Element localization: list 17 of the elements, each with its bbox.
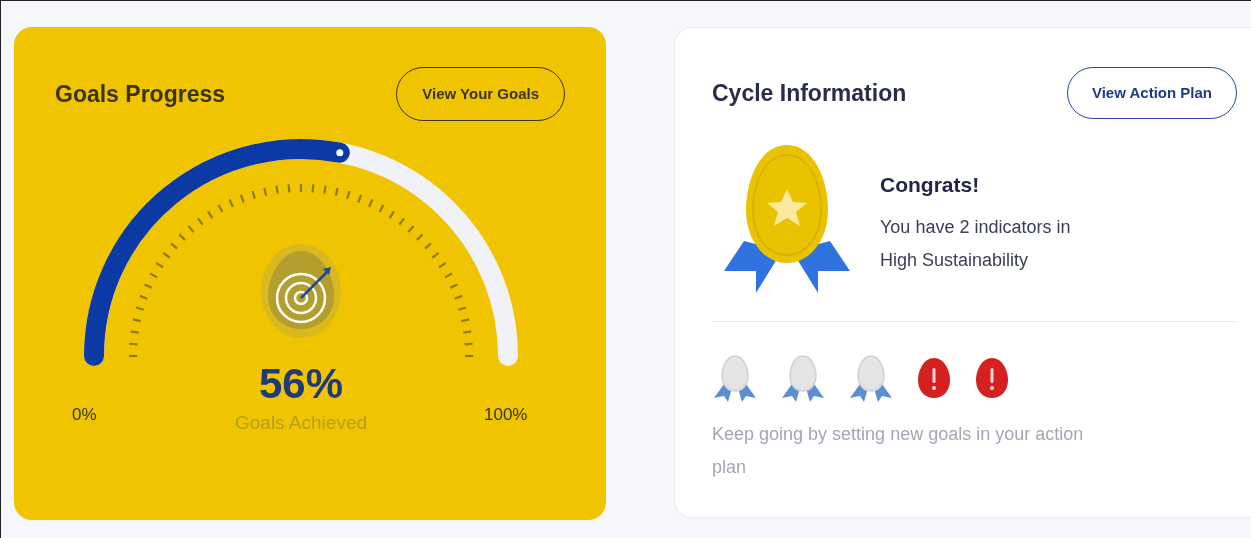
gauge-caption: Goals Achieved [234, 413, 368, 432]
congrats-title: Congrats! [880, 172, 981, 198]
footer-text: Keep going by setting new goals in your action plan [712, 423, 1085, 479]
gauge-thumb [333, 146, 347, 160]
gauge-value: 56% [257, 363, 345, 405]
gauge-max-label: 100% [484, 406, 528, 423]
target-icon [261, 244, 341, 338]
congrats-text: You have 2 indicators in High Sustainability [880, 215, 1072, 272]
card-title: Cycle Information [712, 78, 907, 108]
medal-icon [780, 354, 826, 402]
medal-icon [848, 354, 894, 402]
gauge-min-label: 0% [72, 406, 97, 423]
card-title: Goals Progress [55, 79, 226, 109]
alert-icon [916, 356, 952, 400]
medal-icon [712, 354, 758, 402]
medal-icon [724, 145, 850, 293]
alert-icon [974, 356, 1010, 400]
